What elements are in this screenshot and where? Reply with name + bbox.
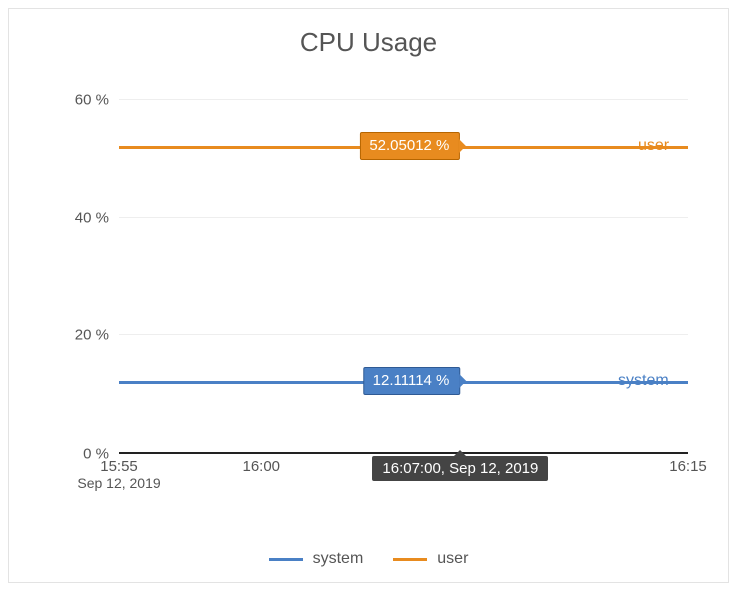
plot-area[interactable]: 60 % 40 % 20 % 0 % 52.05012 % 12.11114 %: [119, 99, 688, 452]
chart-title: CPU Usage: [9, 9, 728, 58]
x-tick-label: 16:00: [242, 452, 280, 475]
x-tick-label: 15:55 Sep 12, 2019: [77, 452, 160, 491]
hover-x-text: 16:07:00, Sep 12, 2019: [382, 460, 538, 477]
gridline: 60 %: [119, 99, 688, 100]
x-tick-text: 15:55: [77, 458, 160, 475]
legend-label: system: [313, 550, 364, 568]
tooltip-system: 12.11114 %: [364, 367, 461, 395]
legend-item-system[interactable]: system: [269, 550, 364, 568]
legend-swatch-system: [269, 558, 303, 561]
hover-x-label: 16:07:00, Sep 12, 2019: [372, 456, 548, 481]
legend: system user: [9, 550, 728, 568]
y-tick-label: 40 %: [75, 209, 119, 226]
legend-swatch-user: [393, 558, 427, 561]
tooltip-user: 52.05012 %: [360, 132, 460, 160]
x-tick-text: 16:15: [669, 458, 707, 475]
legend-item-user[interactable]: user: [393, 550, 468, 568]
tooltip-user-value: 52.05012 %: [369, 137, 449, 154]
y-tick-label: 60 %: [75, 92, 119, 109]
chart-card: CPU Usage 60 % 40 % 20 % 0 % 52.05012 %: [8, 8, 729, 583]
gridline: 40 %: [119, 217, 688, 218]
tooltip-system-value: 12.11114 %: [373, 372, 450, 389]
series-end-label-system: system: [618, 372, 669, 390]
y-tick-label: 20 %: [75, 327, 119, 344]
x-tick-label: 16:15: [669, 452, 707, 475]
legend-label: user: [437, 550, 468, 568]
series-end-label-user: user: [638, 137, 669, 155]
x-tick-text: 16:00: [242, 458, 280, 475]
x-axis-baseline: 0 %: [119, 452, 688, 454]
x-tick-subtext: Sep 12, 2019: [77, 475, 160, 491]
plot-wrap: 60 % 40 % 20 % 0 % 52.05012 % 12.11114 %: [69, 99, 698, 492]
gridline: 20 %: [119, 334, 688, 335]
